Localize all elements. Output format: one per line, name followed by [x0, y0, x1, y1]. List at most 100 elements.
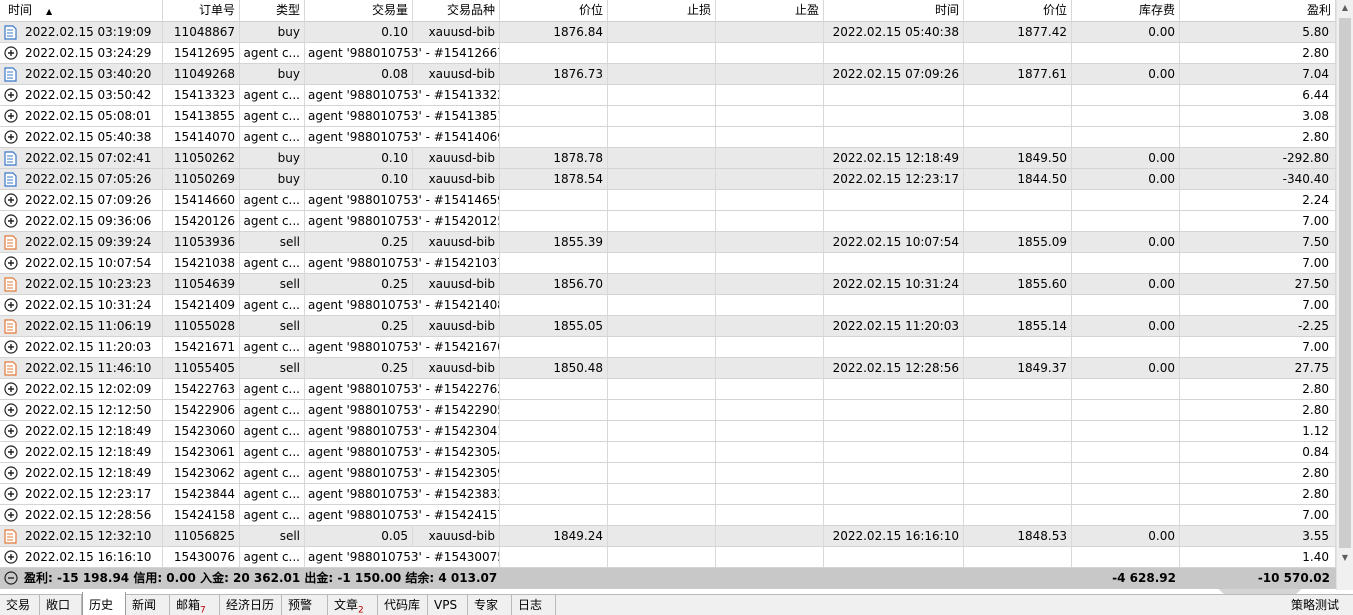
cell-symbol: xauusd-bib	[413, 274, 500, 294]
tab-6[interactable]: 预警	[282, 595, 328, 615]
balance-row[interactable]: 2022.02.15 09:36:06 15420126 agent c... 7.0…	[0, 211, 1336, 232]
tab-2[interactable]: 历史	[82, 592, 126, 615]
column-header-profit[interactable]: 盈利	[1180, 0, 1336, 21]
balance-row[interactable]: 2022.02.15 03:50:42 15413323 agent c... 6.4…	[0, 85, 1336, 106]
tab-11[interactable]: 日志	[512, 595, 556, 615]
column-header-volume[interactable]: 交易量	[305, 0, 413, 21]
balance-row[interactable]: 2022.02.15 16:16:10 15430076 agent c... 1.4…	[0, 547, 1336, 568]
scrollbar-thumb[interactable]	[1339, 18, 1351, 548]
vertical-scrollbar[interactable]: ▲ ▼	[1336, 0, 1353, 590]
balance-row[interactable]: 2022.02.15 10:31:24 15421409 agent c... 7.0…	[0, 295, 1336, 316]
empty-cell	[716, 106, 824, 126]
cell-comment: agent '988010753' - #15430075	[305, 547, 500, 567]
balance-row[interactable]: 2022.02.15 05:40:38 15414070 agent c... 2.8…	[0, 127, 1336, 148]
cell-close_price: 1849.50	[964, 148, 1072, 168]
balance-row[interactable]: 2022.02.15 12:18:49 15423060 agent c... 1.1…	[0, 421, 1336, 442]
balance-row[interactable]: 2022.02.15 12:18:49 15423061 agent c... 0.8…	[0, 442, 1336, 463]
empty-cell	[608, 484, 716, 504]
balance-row[interactable]: 2022.02.15 12:23:17 15423844 agent c... 2.8…	[0, 484, 1336, 505]
tab-0[interactable]: 交易	[0, 595, 40, 615]
cell-sl	[608, 316, 716, 336]
tab-9[interactable]: VPS	[428, 595, 468, 615]
trade-row[interactable]: 2022.02.15 11:46:10 11055405 sell 0.25 xauus…	[0, 358, 1336, 379]
trade-row[interactable]: 2022.02.15 11:06:19 11055028 sell 0.25 xauus…	[0, 316, 1336, 337]
column-header-label: 交易品种	[446, 3, 495, 17]
balance-row[interactable]: 2022.02.15 12:28:56 15424158 agent c... 7.0…	[0, 505, 1336, 526]
cell-swap: 0.00	[1072, 148, 1180, 168]
cell-time: 2022.02.15 10:07:54	[0, 253, 163, 273]
cell-time: 2022.02.15 03:24:29	[0, 43, 163, 63]
collapse-minus-icon[interactable]	[4, 571, 18, 585]
column-header-order[interactable]: 订单号	[163, 0, 240, 21]
cell-order: 11049268	[163, 64, 240, 84]
cell-close_price: 1848.53	[964, 526, 1072, 546]
trade-row[interactable]: 2022.02.15 10:23:23 11054639 sell 0.25 xauus…	[0, 274, 1336, 295]
cell-profit: -340.40	[1180, 169, 1336, 189]
trade-row[interactable]: 2022.02.15 09:39:24 11053936 sell 0.25 xauus…	[0, 232, 1336, 253]
cell-time: 2022.02.15 10:31:24	[0, 295, 163, 315]
column-header-time[interactable]: 时间 ▲	[0, 0, 163, 21]
cell-type: agent c...	[240, 484, 305, 504]
balance-row[interactable]: 2022.02.15 10:07:54 15421038 agent c... 7.0…	[0, 253, 1336, 274]
cell-type: agent c...	[240, 295, 305, 315]
column-header-swap[interactable]: 库存费	[1072, 0, 1180, 21]
trade-row[interactable]: 2022.02.15 03:40:20 11049268 buy 0.08 xauusd…	[0, 64, 1336, 85]
column-header-symbol[interactable]: 交易品种	[413, 0, 500, 21]
cell-close_time: 2022.02.15 05:40:38	[824, 22, 964, 42]
trade-row[interactable]: 2022.02.15 03:19:09 11048867 buy 0.10 xauusd…	[0, 22, 1336, 43]
column-header-type[interactable]: 类型	[240, 0, 305, 21]
tab-strategy-tester[interactable]: 策略测试	[1285, 595, 1345, 615]
cell-comment: agent '988010753' - #15421037	[305, 253, 500, 273]
summary-text: 盈利: -15 198.94 信用: 0.00 入金: 20 362.01 出金…	[24, 571, 498, 585]
cell-symbol: xauusd-bib	[413, 148, 500, 168]
cell-comment: agent '988010753' - #15422905	[305, 400, 500, 420]
cell-profit: 7.00	[1180, 295, 1336, 315]
column-header-close_time[interactable]: 时间	[824, 0, 964, 21]
balance-row[interactable]: 2022.02.15 05:08:01 15413855 agent c... 3.0…	[0, 106, 1336, 127]
column-header-tp[interactable]: 止盈	[716, 0, 824, 21]
empty-cell	[716, 547, 824, 567]
tab-label: 敞口	[46, 598, 71, 612]
column-header-price[interactable]: 价位	[500, 0, 608, 21]
trade-row[interactable]: 2022.02.15 07:02:41 11050262 buy 0.10 xauusd…	[0, 148, 1336, 169]
tab-1[interactable]: 敞口	[40, 595, 82, 615]
empty-cell	[824, 547, 964, 567]
cell-profit: 6.44	[1180, 85, 1336, 105]
tab-7[interactable]: 文章2	[328, 595, 378, 615]
cell-type: sell	[240, 274, 305, 294]
tab-10[interactable]: 专家	[468, 595, 512, 615]
empty-cell	[824, 337, 964, 357]
balance-row[interactable]: 2022.02.15 07:09:26 15414660 agent c... 2.2…	[0, 190, 1336, 211]
balance-row[interactable]: 2022.02.15 03:24:29 15412695 agent c... 2.8…	[0, 43, 1336, 64]
cell-type: buy	[240, 64, 305, 84]
summary-row[interactable]: 盈利: -15 198.94 信用: 0.00 入金: 20 362.01 出金…	[0, 568, 1336, 589]
tab-5[interactable]: 经济日历	[220, 595, 282, 615]
balance-row[interactable]: 2022.02.15 11:20:03 15421671 agent c... 7.0…	[0, 337, 1336, 358]
empty-cell	[964, 253, 1072, 273]
cell-profit: -292.80	[1180, 148, 1336, 168]
column-header-close_price[interactable]: 价位	[964, 0, 1072, 21]
column-header-sl[interactable]: 止损	[608, 0, 716, 21]
cell-comment: agent '988010753' - #15423059	[305, 463, 500, 483]
column-header-label: 类型	[275, 3, 300, 17]
empty-cell	[1072, 295, 1180, 315]
cell-time: 2022.02.15 12:02:09	[0, 379, 163, 399]
balance-row[interactable]: 2022.02.15 12:02:09 15422763 agent c... 2.8…	[0, 379, 1336, 400]
balance-row[interactable]: 2022.02.15 12:18:49 15423062 agent c... 2.8…	[0, 463, 1336, 484]
cell-time: 2022.02.15 12:32:10	[0, 526, 163, 546]
cell-profit: 5.80	[1180, 22, 1336, 42]
empty-cell	[964, 127, 1072, 147]
trade-row[interactable]: 2022.02.15 12:32:10 11056825 sell 0.05 xauus…	[0, 526, 1336, 547]
tab-3[interactable]: 新闻	[126, 595, 170, 615]
balance-row[interactable]: 2022.02.15 12:12:50 15422906 agent c... 2.8…	[0, 400, 1336, 421]
cell-order: 15421038	[163, 253, 240, 273]
trade-row[interactable]: 2022.02.15 07:05:26 11050269 buy 0.10 xauusd…	[0, 169, 1336, 190]
empty-cell	[500, 337, 608, 357]
scroll-up-icon[interactable]: ▲	[1337, 0, 1353, 16]
tab-4[interactable]: 邮箱7	[170, 595, 220, 615]
cell-time: 2022.02.15 05:08:01	[0, 106, 163, 126]
scroll-down-icon[interactable]: ▼	[1337, 550, 1353, 566]
tab-8[interactable]: 代码库	[378, 595, 428, 615]
empty-cell	[500, 505, 608, 525]
cell-price: 1876.84	[500, 22, 608, 42]
